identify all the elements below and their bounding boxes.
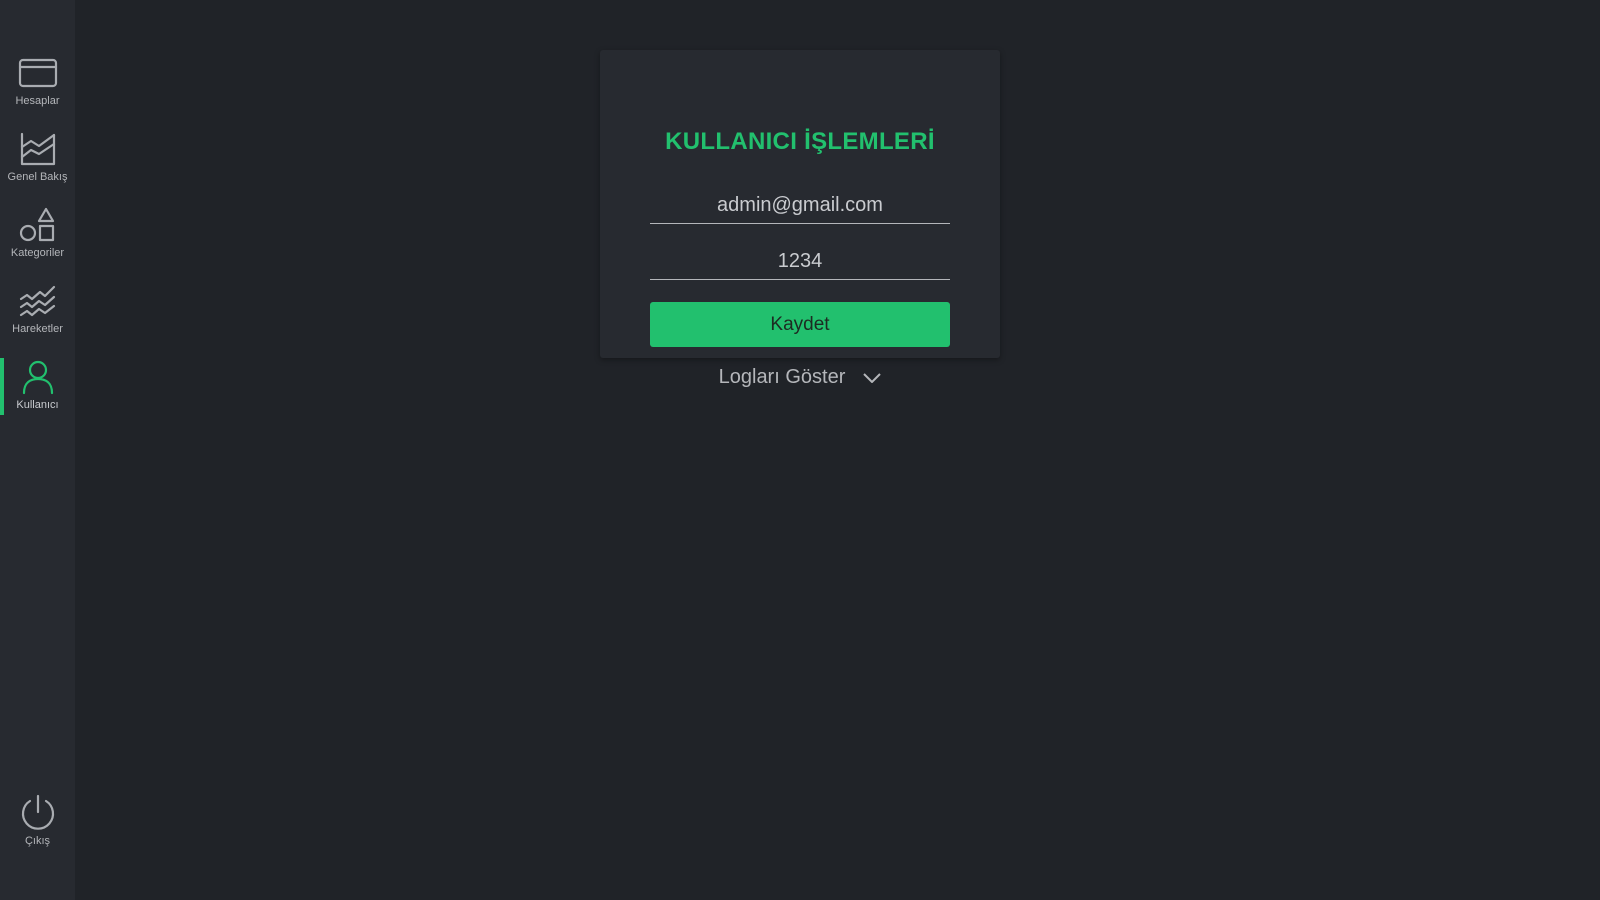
logout-label: Çıkış [24, 835, 51, 847]
password-field[interactable] [650, 244, 950, 280]
sidebar-item-hesaplar[interactable]: Hesaplar [0, 52, 75, 110]
chevron-down-icon [863, 372, 882, 383]
page-title: KULLANICI İŞLEMLERİ [665, 128, 935, 155]
user-icon [17, 356, 59, 398]
sidebar-item-label: Genel Bakış [7, 171, 68, 183]
sidebar-item-label: Kullanıcı [16, 399, 59, 411]
sidebar-item-kategoriler[interactable]: Kategoriler [0, 204, 75, 262]
power-icon [17, 792, 59, 834]
app-root: Hesaplar Genel Bakış Kategoriler Hareket… [0, 0, 1600, 900]
trend-lines-icon [17, 280, 59, 322]
shapes-icon [17, 204, 59, 246]
email-field[interactable] [650, 188, 950, 224]
sidebar: Hesaplar Genel Bakış Kategoriler Hareket… [0, 0, 75, 900]
sidebar-item-kullanici[interactable]: Kullanıcı [0, 356, 75, 414]
sidebar-item-label: Hesaplar [15, 95, 60, 107]
save-button[interactable]: Kaydet [650, 302, 950, 347]
sidebar-item-genel-bakis[interactable]: Genel Bakış [0, 128, 75, 186]
sidebar-item-hareketler[interactable]: Hareketler [0, 280, 75, 338]
logout-button[interactable]: Çıkış [0, 792, 75, 850]
area-chart-icon [17, 128, 59, 170]
show-logs-toggle[interactable]: Logları Göster [600, 366, 1000, 389]
user-operations-card: KULLANICI İŞLEMLERİ Kaydet Logları Göste… [600, 50, 1000, 388]
sidebar-item-label: Hareketler [12, 323, 63, 335]
sidebar-item-label: Kategoriler [10, 247, 65, 259]
credit-card-icon [17, 52, 59, 94]
show-logs-label: Logları Göster [718, 366, 846, 388]
